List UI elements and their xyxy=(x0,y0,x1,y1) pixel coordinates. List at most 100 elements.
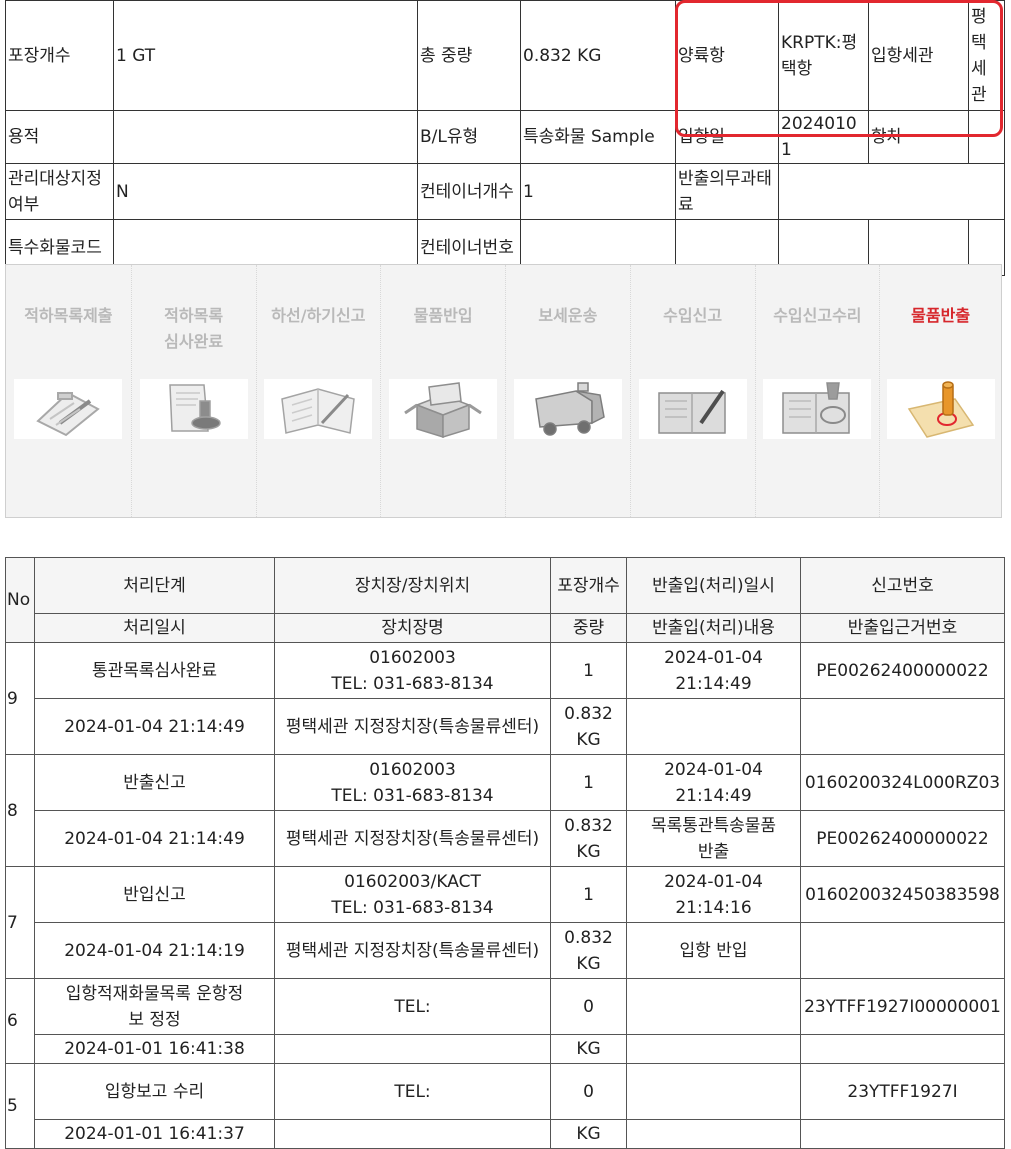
table-row: 2024-01-04 21:14:19 평택세관 지정장치장(특송물류센터) 0.8… xyxy=(6,922,1005,979)
process-datetime: 2024-01-04 21:14:19 xyxy=(34,922,275,979)
package-count: 0 xyxy=(550,1063,627,1120)
weight: KG xyxy=(550,1034,627,1064)
document-stamp-icon xyxy=(139,379,248,439)
process-stage: 입항적재화물목록 운항정 보 정정 xyxy=(34,978,275,1035)
storage-location-name: 평택세관 지정장치장(특송물류센터) xyxy=(274,922,551,979)
storage-location-name: 평택세관 지정장치장(특송물류센터) xyxy=(274,810,551,867)
storage-location: 01602003/KACT TEL: 031-683-8134 xyxy=(274,866,551,923)
table-row: 2024-01-04 21:14:49 평택세관 지정장치장(특송물류센터) 0.8… xyxy=(6,698,1005,755)
inout-content xyxy=(626,1119,801,1149)
row-number: 9 xyxy=(5,642,35,755)
report-number: 0160200324L000RZ03 xyxy=(800,754,1005,811)
weight: 0.832 KG xyxy=(550,922,627,979)
seal-stamp-icon xyxy=(886,379,995,439)
storage-location-name: 평택세관 지정장치장(특송물류센터) xyxy=(274,698,551,755)
processing-history-table: No 처리단계 장치장/장치위치 포장개수 반출입(처리)일시 신고번호 처리일… xyxy=(5,557,1005,1149)
table-row: 5 입항보고 수리 TEL: 0 23YTFF1927I xyxy=(5,1063,1005,1149)
weight: 0.832 KG xyxy=(550,698,627,755)
basis-number xyxy=(800,698,1005,755)
header-process-datetime: 처리일시 xyxy=(34,613,275,643)
container-count-label: 컨테이너개수 xyxy=(417,163,521,220)
inout-datetime: 2024-01-04 21:14:16 xyxy=(626,866,801,923)
pkg-count-label: 포장개수 xyxy=(5,0,114,111)
open-book-icon xyxy=(264,379,373,439)
step-label: 적하목록제출 xyxy=(24,306,113,325)
gross-weight-value: 0.832 KG xyxy=(520,0,676,111)
managed-target-value: N xyxy=(113,163,418,220)
step-label: 하선/하기신고 xyxy=(271,306,366,325)
process-stage: 통관목록심사완료 xyxy=(34,642,275,699)
inout-datetime xyxy=(626,1063,801,1120)
step-label: 수입신고수리 xyxy=(773,306,862,325)
row-number: 7 xyxy=(5,866,35,979)
basis-number xyxy=(800,1034,1005,1064)
header-stage: 처리단계 xyxy=(34,557,275,614)
book-pen-icon xyxy=(638,379,747,439)
table-row: 8 반출신고 01602003 TEL: 031-683-8134 1 2024-01-… xyxy=(5,754,1005,867)
header-no: No xyxy=(5,557,35,643)
step-unloading-report[interactable]: 하선/하기신고 xyxy=(255,265,381,517)
step-label: 물품반출 xyxy=(911,306,971,325)
storage-location: TEL: xyxy=(274,978,551,1035)
basis-number xyxy=(800,1119,1005,1149)
inout-content xyxy=(626,698,801,755)
storage-location-name xyxy=(274,1034,551,1064)
package-count: 1 xyxy=(550,642,627,699)
header-location-name: 장치장명 xyxy=(274,613,551,643)
step-manifest-submit[interactable]: 적하목록제출 xyxy=(6,265,131,517)
inout-datetime xyxy=(626,978,801,1035)
weight: KG xyxy=(550,1119,627,1149)
step-label: 수입신고 xyxy=(663,306,723,325)
highlight-box xyxy=(675,0,1003,137)
process-datetime: 2024-01-01 16:41:37 xyxy=(34,1119,275,1149)
header-inout-datetime: 반출입(처리)일시 xyxy=(626,557,801,614)
step-label: 물품반입 xyxy=(413,306,473,325)
storage-location: TEL: xyxy=(274,1063,551,1120)
step-goods-release[interactable]: 물품반출 xyxy=(879,265,1001,517)
report-number: 016020032450383598 xyxy=(800,866,1005,923)
process-datetime: 2024-01-01 16:41:38 xyxy=(34,1034,275,1064)
bl-type-label: B/L유형 xyxy=(417,110,521,164)
step-label: 보세운송 xyxy=(538,306,598,325)
basis-number: PE00262400000022 xyxy=(800,810,1005,867)
volume-value xyxy=(113,110,418,164)
inout-content: 목록통관특송물품 반출 xyxy=(626,810,801,867)
container-count-value: 1 xyxy=(520,163,676,220)
process-stage: 입항보고 수리 xyxy=(34,1063,275,1120)
table-row: 2024-01-01 16:41:38 KG xyxy=(6,1034,1005,1064)
table-row: 2024-01-01 16:41:37 KG xyxy=(6,1119,1005,1149)
progress-steps: 적하목록제출 적하목록 심사완료 하선/하기신고 물품반입 보세운송 수입신고 … xyxy=(5,264,1002,518)
process-stage: 반입신고 xyxy=(34,866,275,923)
header-report-number: 신고번호 xyxy=(800,557,1005,614)
basis-number xyxy=(800,922,1005,979)
step-import-declaration[interactable]: 수입신고 xyxy=(629,265,755,517)
inout-content xyxy=(626,1034,801,1064)
release-penalty-label: 반출의무과태료 xyxy=(675,163,779,220)
header-basis-number: 반출입근거번호 xyxy=(800,613,1005,643)
release-penalty-value xyxy=(778,163,1005,220)
storage-location: 01602003 TEL: 031-683-8134 xyxy=(274,642,551,699)
inout-datetime: 2024-01-04 21:14:49 xyxy=(626,642,801,699)
step-manifest-review-done[interactable]: 적하목록 심사완료 xyxy=(130,265,256,517)
report-number: PE00262400000022 xyxy=(800,642,1005,699)
table-row: 6 입항적재화물목록 운항정 보 정정 TEL: 0 23YTFF1927I000000… xyxy=(5,978,1005,1064)
step-label: 적하목록 심사완료 xyxy=(164,306,224,351)
step-bonded-transport[interactable]: 보세운송 xyxy=(505,265,630,517)
row-number: 6 xyxy=(5,978,35,1064)
weight: 0.832 KG xyxy=(550,810,627,867)
header-inout-content: 반출입(처리)내용 xyxy=(626,613,801,643)
package-count: 0 xyxy=(550,978,627,1035)
table-row: 9 통관목록심사완료 01602003 TEL: 031-683-8134 1 2024… xyxy=(5,642,1005,755)
step-goods-carry-in[interactable]: 물품반입 xyxy=(380,265,505,517)
inout-datetime: 2024-01-04 21:14:49 xyxy=(626,754,801,811)
process-datetime: 2024-01-04 21:14:49 xyxy=(34,810,275,867)
header-location: 장치장/장치위치 xyxy=(274,557,551,614)
step-import-acceptance[interactable]: 수입신고수리 xyxy=(754,265,880,517)
row-number: 8 xyxy=(5,754,35,867)
package-count: 1 xyxy=(550,754,627,811)
managed-target-label: 관리대상지정여부 xyxy=(5,163,114,220)
row-number: 5 xyxy=(5,1063,35,1149)
storage-location: 01602003 TEL: 031-683-8134 xyxy=(274,754,551,811)
clipboard-pen-icon xyxy=(14,379,123,439)
gross-weight-label: 총 중량 xyxy=(417,0,521,111)
